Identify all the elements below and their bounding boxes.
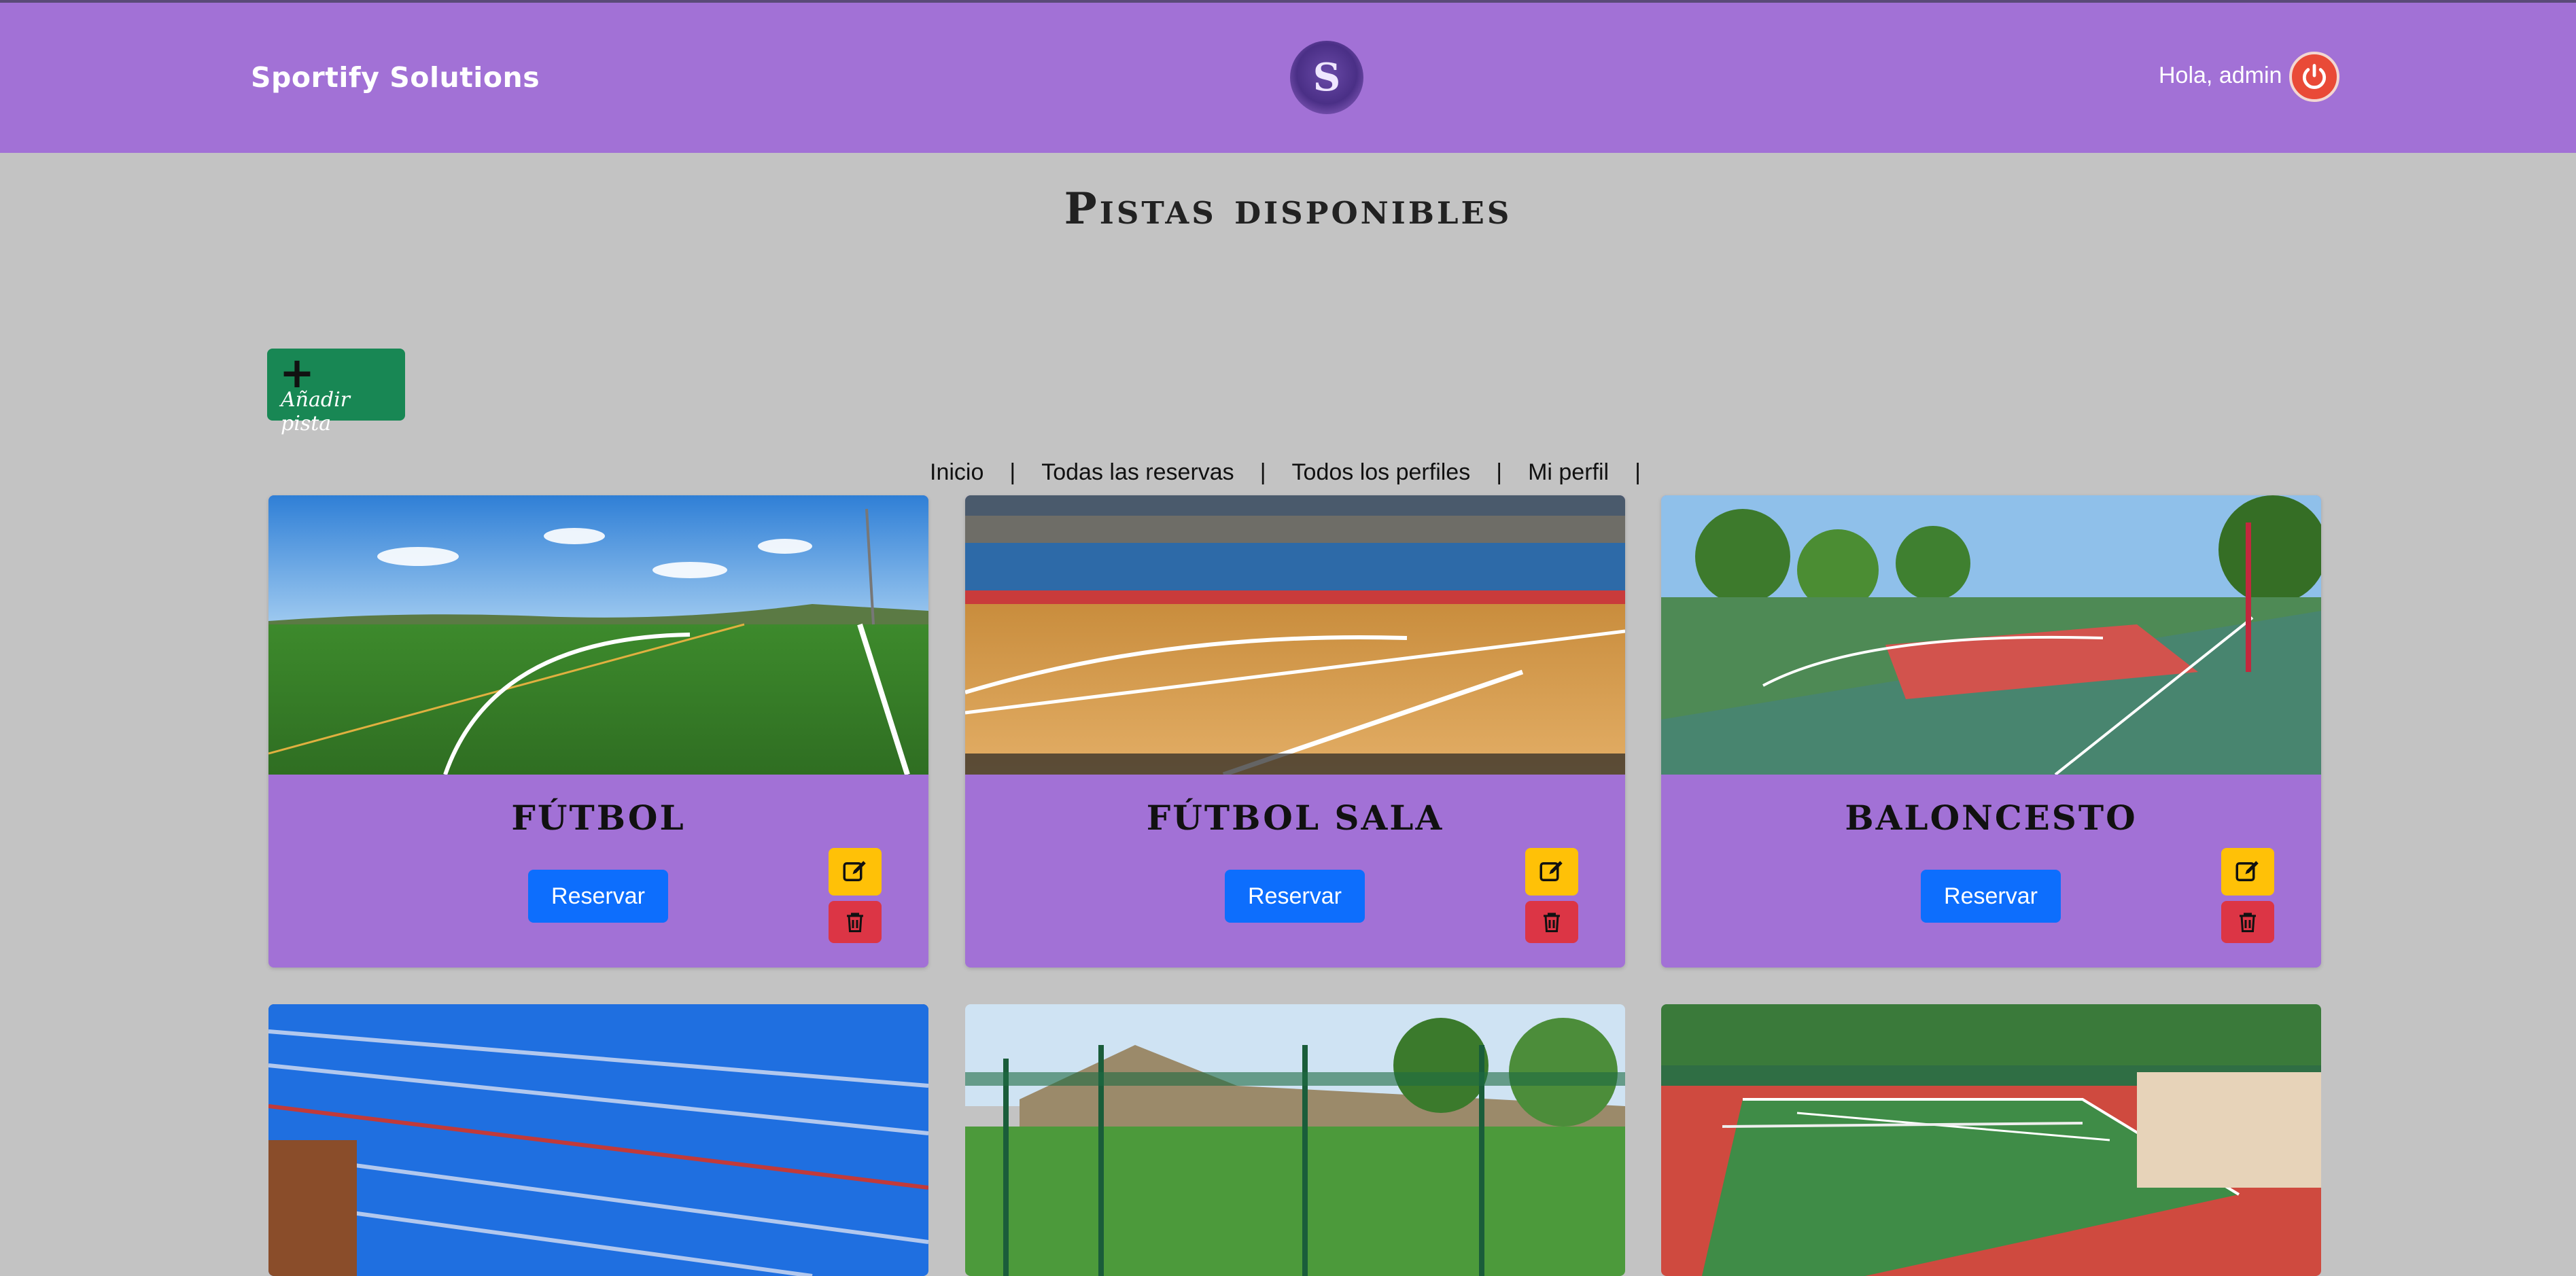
trash-icon: [1544, 912, 1560, 932]
edit-icon: [843, 861, 866, 881]
main-nav: Inicio | Todas las reservas | Todos los …: [930, 459, 1667, 493]
header-bar: Sportify Solutions S Hola, admin: [0, 3, 2576, 153]
court-card-futbol-sala: FÚTBOL SALA Reservar: [965, 495, 1625, 968]
padel-court-image: [965, 1004, 1625, 1276]
add-court-label: Añadir pista: [281, 388, 351, 436]
edit-button[interactable]: [2221, 848, 2274, 896]
add-court-button[interactable]: + Añadir pista: [267, 349, 405, 436]
edit-button[interactable]: [1525, 848, 1578, 896]
nav-separator: |: [1259, 459, 1266, 485]
logo-letter: S: [1312, 55, 1341, 100]
nav-link-inicio[interactable]: Inicio: [930, 459, 984, 493]
greeting-text: Hola, admin: [2159, 63, 2282, 88]
trash-icon: [847, 912, 863, 932]
court-card-baloncesto: BALONCESTO Reservar: [1661, 495, 2321, 968]
logout-button[interactable]: [2289, 52, 2339, 102]
nav-separator: |: [1635, 459, 1641, 485]
nav-link-perfiles[interactable]: Todos los perfiles: [1292, 459, 1471, 493]
swimming-pool-image: [268, 1004, 928, 1276]
trash-icon: [2240, 912, 2256, 932]
nav-link-mi-perfil[interactable]: Mi perfil: [1528, 459, 1609, 493]
edit-button[interactable]: [829, 848, 882, 896]
page-title: Pistas disponibles: [1064, 183, 1512, 234]
edit-icon: [1539, 861, 1563, 881]
indoor-court-image: [965, 495, 1625, 775]
nav-separator: |: [1009, 459, 1016, 485]
court-card-padel: [965, 1004, 1625, 1276]
nav-separator: |: [1496, 459, 1503, 485]
card-title: FÚTBOL SALA: [1146, 798, 1444, 838]
card-title: BALONCESTO: [1845, 798, 2138, 838]
delete-button[interactable]: [829, 901, 882, 943]
reserve-button[interactable]: Reservar: [528, 870, 668, 923]
logo[interactable]: S: [1290, 41, 1363, 114]
court-card-piscina: [268, 1004, 928, 1276]
court-card-futbol: FÚTBOL Reservar: [268, 495, 928, 968]
card-title: FÚTBOL: [511, 798, 686, 838]
delete-button[interactable]: [1525, 901, 1578, 943]
basketball-court-image: [1661, 495, 2321, 775]
power-icon: [2302, 64, 2327, 89]
reserve-button[interactable]: Reservar: [1225, 870, 1365, 923]
delete-button[interactable]: [2221, 901, 2274, 943]
nav-link-reservas[interactable]: Todas las reservas: [1041, 459, 1234, 493]
court-card-tenis: [1661, 1004, 2321, 1276]
tennis-court-image: [1661, 1004, 2321, 1276]
reserve-button[interactable]: Reservar: [1921, 870, 2061, 923]
brand-name[interactable]: Sportify Solutions: [251, 61, 540, 94]
edit-icon: [2235, 861, 2259, 881]
soccer-field-image: [268, 495, 928, 775]
